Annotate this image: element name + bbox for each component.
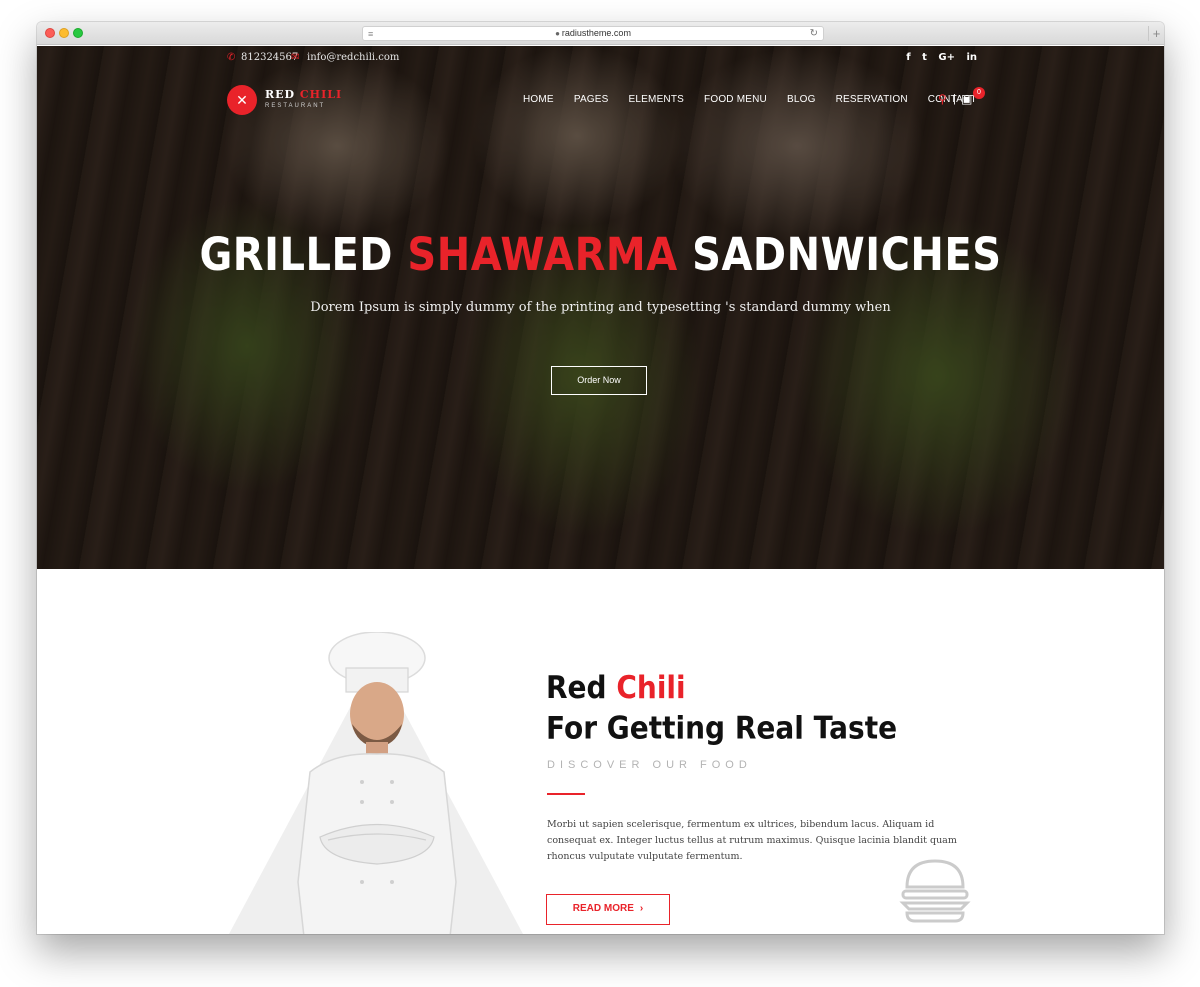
email-link[interactable]: info@redchili.com [307,52,399,63]
about-section: Red Chili For Getting Real Taste DISCOVE… [37,569,1164,934]
nav-item-reservation[interactable]: RESERVATION [836,94,908,108]
hero-section: ✆ 812324567 ✉ info@redchili.com f t G+ i… [37,46,1164,569]
facebook-icon[interactable]: f [906,52,910,63]
read-more-label: READ MORE [572,903,634,914]
nav-item-elements[interactable]: ELEMENTS [629,94,685,108]
about-title-accent: Chili [616,669,686,706]
nav-divider: | [953,93,956,105]
address-bar[interactable]: ≡ ● radiustheme.com ↻ [362,26,824,41]
nav-item-blog[interactable]: BLOG [787,94,816,108]
site-logo[interactable]: ✕ RED CHILI RESTAURANT [227,84,347,118]
mail-icon: ✉ [291,52,300,63]
nav-actions: ⚲ | ▣ 0 [938,87,998,110]
nav-item-pages[interactable]: PAGES [574,94,609,108]
hero-subtitle: Dorem Ipsum is simply dummy of the print… [310,300,891,315]
url-text: radiustheme.com [561,28,631,38]
about-tagline: DISCOVER OUR FOOD [547,759,752,771]
about-title-line2: For Getting Real Taste [546,709,898,747]
browser-titlebar: ≡ ● radiustheme.com ↻ + [37,22,1164,45]
zoom-window-icon[interactable] [73,28,83,38]
burger-icon [899,859,971,923]
about-title-main: Red [546,669,617,706]
main-nav: HOME PAGES ELEMENTS FOOD MENU BLOG RESER… [523,94,997,108]
logo-name-main: RED [265,88,296,101]
reload-icon[interactable]: ↻ [810,27,818,40]
logo-subtitle: RESTAURANT [265,103,326,109]
nav-item-food-menu[interactable]: FOOD MENU [704,94,767,108]
contact-bar: ✆ 812324567 ✉ info@redchili.com f t G+ i… [227,52,977,68]
google-plus-icon[interactable]: G+ [938,52,955,63]
nav-item-home[interactable]: HOME [523,94,554,108]
twitter-icon[interactable]: t [922,52,927,63]
phone-icon: ✆ [227,52,236,63]
social-links: f t G+ in [898,52,977,63]
new-tab-button[interactable]: + [1148,26,1164,41]
chef-image [297,632,457,934]
read-more-button[interactable]: READ MORE › [546,894,670,925]
fork-knife-icon: ✕ [227,85,257,115]
minimize-window-icon[interactable] [59,28,69,38]
about-title: Red Chili For Getting Real Taste [546,667,897,748]
hero-title-before: GRILLED [199,228,408,282]
close-window-icon[interactable] [45,28,55,38]
lock-icon: ● [555,29,560,38]
about-divider [547,793,585,795]
cart-count-badge: 0 [973,87,985,99]
order-now-button[interactable]: Order Now [551,366,647,395]
hero-title: GRILLED SHAWARMA SADNWICHES [37,229,1164,281]
hero-title-after: SADNWICHES [677,228,1002,282]
cart-icon[interactable]: ▣ [961,92,972,106]
chevron-right-icon: › [639,903,644,914]
logo-name-accent: CHILI [299,88,343,101]
logo-name: RED CHILI [265,88,342,101]
linkedin-icon[interactable]: in [966,52,977,63]
phone-number[interactable]: 812324567 [241,52,298,63]
search-icon[interactable]: ⚲ [938,92,947,106]
browser-window: ≡ ● radiustheme.com ↻ + ✆ 812324567 ✉ inf… [37,22,1164,934]
reader-view-icon[interactable]: ≡ [368,28,373,41]
hero-title-accent: SHAWARMA [407,228,678,282]
